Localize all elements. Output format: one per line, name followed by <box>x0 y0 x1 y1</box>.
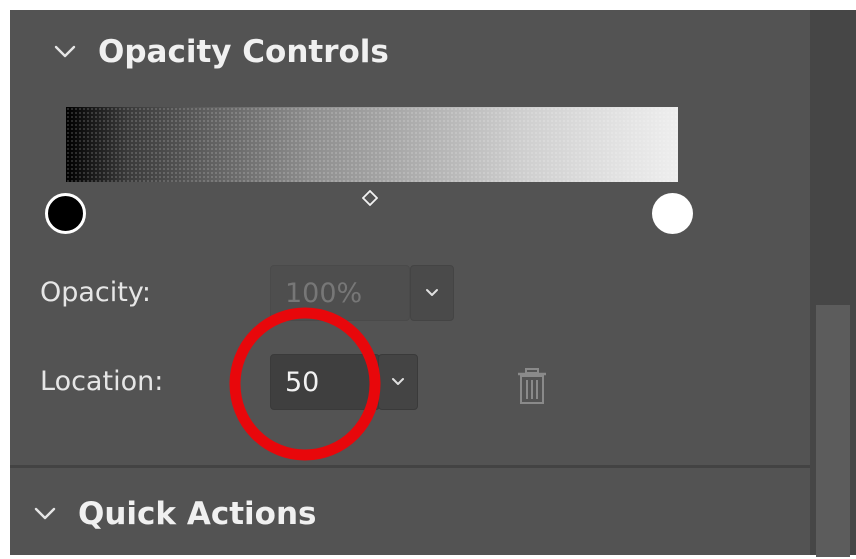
section-title: Opacity Controls <box>98 34 389 70</box>
section-title: Quick Actions <box>78 496 317 532</box>
opacity-dropdown-button[interactable] <box>410 265 454 321</box>
chevron-down-icon[interactable] <box>34 507 56 521</box>
chevron-down-icon[interactable] <box>54 45 76 59</box>
trash-icon[interactable] <box>515 367 549 405</box>
right-opacity-stop[interactable] <box>652 193 693 234</box>
opacity-gradient-bar[interactable] <box>66 107 678 182</box>
scrollbar-thumb[interactable] <box>816 305 850 557</box>
opacity-value: 100% <box>285 277 363 309</box>
opacity-input[interactable]: 100% <box>270 265 410 321</box>
quick-actions-header[interactable]: Quick Actions <box>34 496 316 532</box>
left-opacity-stop[interactable] <box>45 193 86 234</box>
opacity-label: Opacity: <box>40 277 151 308</box>
location-input[interactable]: 50 <box>270 354 380 410</box>
section-divider <box>10 465 810 468</box>
location-label: Location: <box>40 366 164 397</box>
location-dropdown-button[interactable] <box>378 354 418 410</box>
screenshot-frame: Opacity Controls Opacity: 100% Location:… <box>0 0 856 559</box>
opacity-controls-header[interactable]: Opacity Controls <box>54 34 389 70</box>
chevron-down-icon <box>426 289 438 296</box>
chevron-down-icon <box>392 378 404 385</box>
midpoint-diamond-icon[interactable] <box>362 190 378 206</box>
location-value: 50 <box>285 366 320 398</box>
